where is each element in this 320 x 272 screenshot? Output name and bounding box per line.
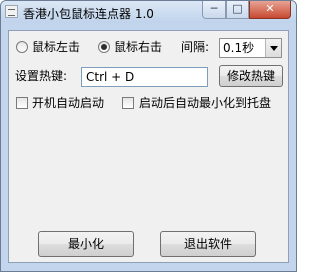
maximize-window-button[interactable]: □ <box>226 1 249 19</box>
interval-select[interactable]: 0.1秒 <box>219 38 282 58</box>
app-icon <box>5 5 18 18</box>
title-bar[interactable]: 香港小包鼠标连点器 1.0 ─ □ ✕ <box>1 1 296 23</box>
minimize-window-button[interactable]: ─ <box>202 1 226 19</box>
interval-value: 0.1秒 <box>223 41 255 55</box>
exit-button[interactable]: 退出软件 <box>160 231 256 257</box>
hotkey-label: 设置热键: <box>15 69 68 83</box>
minimize-button[interactable]: 最小化 <box>38 231 134 257</box>
autostart-label[interactable]: 开机自动启动 <box>32 96 104 110</box>
right-click-label[interactable]: 鼠标右击 <box>114 40 162 54</box>
minimize-to-tray-label[interactable]: 启动后自动最小化到托盘 <box>139 96 271 110</box>
client-area: 鼠标左击 鼠标右击 间隔: 0.1秒 设置热键: Ctrl + D 修改热键 开… <box>8 30 289 263</box>
interval-label: 间隔: <box>181 40 210 54</box>
change-hotkey-button[interactable]: 修改热键 <box>219 65 283 87</box>
minimize-to-tray-checkbox[interactable] <box>122 97 134 109</box>
autostart-checkbox[interactable] <box>16 97 28 109</box>
chevron-down-icon[interactable] <box>265 39 281 57</box>
left-click-label[interactable]: 鼠标左击 <box>32 40 80 54</box>
window-title: 香港小包鼠标连点器 1.0 <box>23 7 154 21</box>
right-click-radio[interactable] <box>98 41 110 53</box>
app-window: 香港小包鼠标连点器 1.0 ─ □ ✕ 鼠标左击 鼠标右击 间隔: 0.1秒 设… <box>0 0 297 272</box>
close-window-button[interactable]: ✕ <box>249 1 291 19</box>
left-click-radio[interactable] <box>16 41 28 53</box>
hotkey-input[interactable]: Ctrl + D <box>81 67 208 87</box>
